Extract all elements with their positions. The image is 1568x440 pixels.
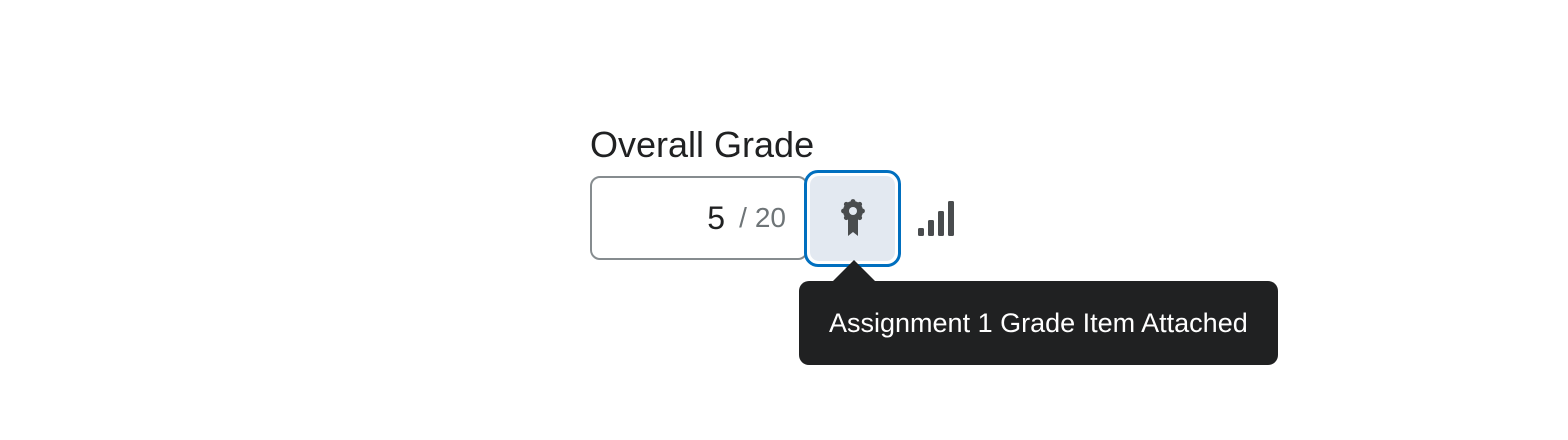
grade-statistics-button[interactable] <box>912 196 960 240</box>
score-max: 20 <box>754 202 786 233</box>
score-separator: / <box>739 202 747 233</box>
award-ribbon-icon <box>840 198 865 236</box>
overall-grade-label: Overall Grade <box>590 124 815 165</box>
score-input[interactable]: 5 / 20 <box>590 176 808 260</box>
grade-item-button[interactable] <box>804 170 901 267</box>
bar-chart-icon <box>918 201 954 236</box>
score-value[interactable]: 5 <box>707 200 725 237</box>
tooltip-text: Assignment 1 Grade Item Attached <box>829 307 1248 338</box>
grade-panel: Overall Grade 5 / 20 Assignment 1 Grade … <box>0 0 1568 440</box>
grade-item-tooltip: Assignment 1 Grade Item Attached <box>799 281 1278 365</box>
tooltip-arrow <box>831 260 877 283</box>
grade-item-button-face[interactable] <box>810 176 895 261</box>
